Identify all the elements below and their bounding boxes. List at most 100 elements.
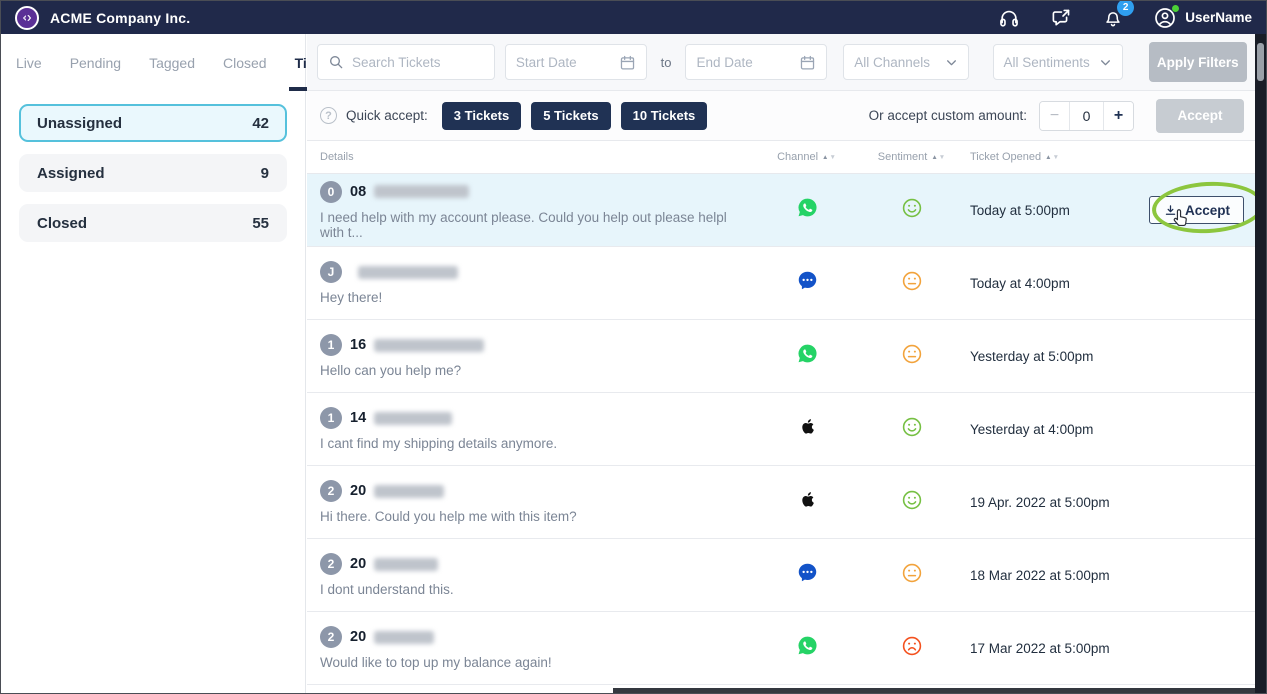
headset-icon[interactable]	[997, 6, 1021, 30]
ticket-opened-time: 18 Mar 2022 at 5:00pm	[962, 568, 1147, 583]
custom-amount-value[interactable]: 0	[1070, 102, 1103, 130]
avatar: 2	[320, 480, 342, 502]
sort-arrows-icon[interactable]: ▲▼	[1045, 154, 1060, 161]
customer-name: 20	[350, 629, 366, 645]
ticket-opened-time: Today at 5:00pm	[962, 203, 1147, 218]
sidebar-item-closed[interactable]: Closed 55	[19, 204, 287, 242]
redacted-name	[358, 266, 458, 279]
avatar: 2	[320, 553, 342, 575]
details-column-header: Details	[307, 151, 752, 163]
quick-accept-10-button[interactable]: 10 Tickets	[621, 102, 708, 130]
opened-column-header[interactable]: Ticket Opened ▲▼	[962, 151, 1147, 163]
horizontal-scrollbar[interactable]	[613, 688, 1267, 694]
calendar-icon	[799, 54, 816, 71]
ticket-details: 0 08 I need help with my account please.…	[307, 181, 752, 240]
accept-ticket-button[interactable]: Accept	[1149, 196, 1244, 224]
search-input[interactable]: Search Tickets	[317, 44, 495, 80]
tab-pending[interactable]: Pending	[70, 34, 121, 91]
channels-select[interactable]: All Channels	[843, 44, 968, 80]
start-date-input[interactable]: Start Date	[505, 44, 647, 80]
view-tabs: Live Pending Tagged Closed Tickets	[1, 34, 305, 91]
customer-name: 20	[350, 483, 366, 499]
end-date-input[interactable]: End Date	[685, 44, 827, 80]
redacted-name	[374, 558, 438, 571]
sidebar-item-unassigned[interactable]: Unassigned 42	[19, 104, 287, 142]
ticket-list: 0 08 I need help with my account please.…	[307, 174, 1257, 685]
message-preview: I need help with my account please. Coul…	[320, 210, 752, 240]
chevron-down-icon	[945, 56, 958, 69]
ticket-details: J Hey there!	[307, 261, 752, 305]
scrollbar-thumb[interactable]	[1257, 43, 1264, 81]
customer-name: 08	[350, 184, 366, 200]
increment-button[interactable]: +	[1103, 102, 1133, 130]
channel-icon	[797, 635, 818, 661]
chevron-down-icon	[1099, 56, 1112, 69]
main-content: Search Tickets Start Date to End Date Al…	[307, 34, 1257, 694]
channel-icon	[797, 343, 818, 369]
vertical-scrollbar[interactable]	[1255, 34, 1266, 694]
avatar: 1	[320, 334, 342, 356]
channel-icon	[797, 562, 818, 588]
table-header: Details Channel ▲▼ Sentiment ▲▼ Ticket O…	[307, 141, 1257, 174]
table-row[interactable]: 0 08 I need help with my account please.…	[307, 174, 1257, 247]
username-label: UserName	[1185, 10, 1252, 25]
tab-closed[interactable]: Closed	[223, 34, 267, 91]
sort-arrows-icon[interactable]: ▲▼	[931, 154, 946, 161]
app-window: ACME Company Inc.	[0, 0, 1267, 694]
redacted-name	[374, 412, 452, 425]
table-row[interactable]: 2 20 I dont understand this. 18 Mar 2022…	[307, 539, 1257, 612]
custom-amount-label: Or accept custom amount:	[869, 108, 1027, 123]
tab-tagged[interactable]: Tagged	[149, 34, 195, 91]
table-row[interactable]: 2 20 Would like to top up my balance aga…	[307, 612, 1257, 685]
accept-custom-button[interactable]: Accept	[1156, 99, 1244, 133]
left-panel: Live Pending Tagged Closed Tickets Unass…	[1, 34, 306, 694]
table-row[interactable]: 1 16 Hello can you help me? Yesterday at…	[307, 320, 1257, 393]
ticket-queues: Unassigned 42 Assigned 9 Closed 55	[1, 91, 305, 242]
channel-column-header[interactable]: Channel ▲▼	[752, 151, 862, 163]
table-row[interactable]: 1 14 I cant find my shipping details any…	[307, 393, 1257, 466]
channel-icon	[798, 489, 817, 515]
ticket-details: 2 20 Hi there. Could you help me with th…	[307, 480, 752, 524]
bell-icon[interactable]: 2	[1101, 6, 1125, 30]
search-placeholder: Search Tickets	[352, 55, 441, 70]
top-bar: ACME Company Inc.	[1, 1, 1266, 34]
ticket-opened-time: Yesterday at 5:00pm	[962, 349, 1147, 364]
assigned-count: 9	[261, 165, 269, 182]
chat-share-icon[interactable]	[1049, 6, 1073, 30]
sentiment-icon	[902, 417, 922, 442]
message-preview: Would like to top up my balance again!	[320, 655, 752, 670]
table-row[interactable]: J Hey there! Today at 4:00pm	[307, 247, 1257, 320]
closed-count: 55	[252, 215, 269, 232]
tab-live[interactable]: Live	[16, 34, 42, 91]
filter-bar: Search Tickets Start Date to End Date Al…	[307, 34, 1257, 91]
help-icon[interactable]: ?	[320, 107, 337, 124]
ticket-details: 2 20 I dont understand this.	[307, 553, 752, 597]
quick-accept-label: Quick accept:	[346, 108, 428, 123]
customer-name: 14	[350, 410, 366, 426]
search-icon	[328, 54, 344, 70]
sidebar-item-assigned[interactable]: Assigned 9	[19, 154, 287, 192]
user-menu[interactable]: UserName	[1153, 6, 1252, 30]
message-preview: I dont understand this.	[320, 582, 752, 597]
avatar: J	[320, 261, 342, 283]
customer-name: 20	[350, 556, 366, 572]
message-preview: I cant find my shipping details anymore.	[320, 436, 752, 451]
avatar: 2	[320, 626, 342, 648]
sort-arrows-icon[interactable]: ▲▼	[822, 154, 837, 161]
table-row[interactable]: 2 20 Hi there. Could you help me with th…	[307, 466, 1257, 539]
quick-accept-5-button[interactable]: 5 Tickets	[531, 102, 610, 130]
apply-filters-button[interactable]: Apply Filters	[1149, 42, 1247, 82]
user-avatar-icon	[1153, 6, 1177, 30]
sentiments-select[interactable]: All Sentiments	[993, 44, 1123, 80]
sentiment-icon	[902, 271, 922, 296]
decrement-button[interactable]: −	[1040, 102, 1070, 130]
sentiment-icon	[902, 636, 922, 661]
company-logo-icon[interactable]	[15, 6, 39, 30]
sentiment-icon	[902, 344, 922, 369]
message-preview: Hello can you help me?	[320, 363, 752, 378]
quick-accept-3-button[interactable]: 3 Tickets	[442, 102, 521, 130]
ticket-opened-time: 19 Apr. 2022 at 5:00pm	[962, 495, 1147, 510]
customer-name: 16	[350, 337, 366, 353]
sentiment-column-header[interactable]: Sentiment ▲▼	[862, 151, 962, 163]
ticket-opened-time: Yesterday at 4:00pm	[962, 422, 1147, 437]
